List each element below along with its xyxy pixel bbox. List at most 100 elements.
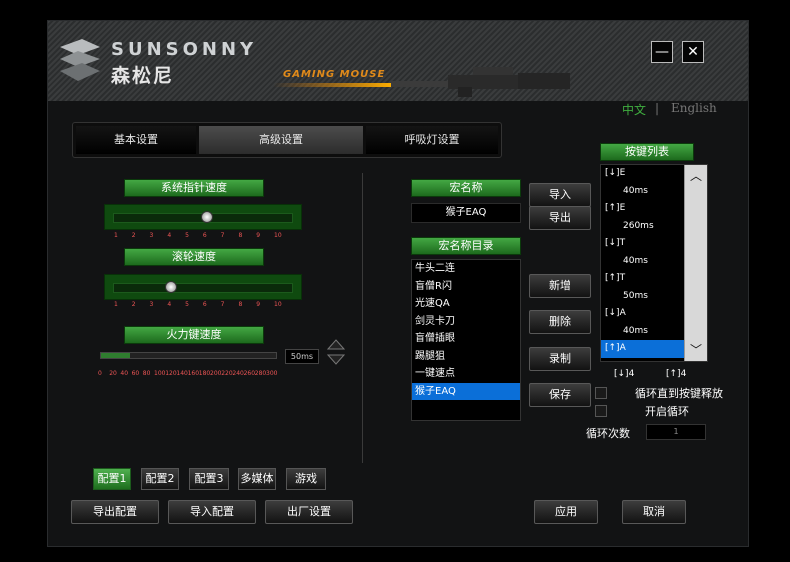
tick-label: 100 [154, 370, 166, 377]
tick-label: 200 [210, 370, 222, 377]
pointer-speed-ticks: 1 2 3 4 5 6 7 8 9 10 [114, 232, 288, 242]
tick-label: 8 [238, 301, 243, 308]
key-list-scrollbar[interactable]: ︿ ﹀ [684, 165, 707, 361]
tick-label: 280 [254, 370, 267, 377]
delete-button[interactable]: 删除 [529, 310, 591, 334]
tab-advanced[interactable]: 高级设置 [199, 126, 363, 154]
loop-count-input[interactable]: 1 [646, 424, 706, 440]
tick-label: 60 [131, 370, 140, 377]
tab-breathing-light[interactable]: 呼吸灯设置 [366, 126, 498, 154]
loop-until-release-checkbox[interactable] [595, 387, 607, 399]
list-item[interactable]: 一键速点 [412, 365, 520, 383]
key-under-right: [↑]4 [666, 369, 687, 379]
tab-basic[interactable]: 基本设置 [76, 126, 196, 154]
tick-label: 6 [202, 232, 207, 239]
scroll-speed-label: 滚轮速度 [124, 248, 264, 266]
scroll-up-icon[interactable]: ︿ [685, 167, 707, 185]
tick-label: 6 [202, 301, 207, 308]
tick-label: 5 [185, 301, 189, 308]
key-list-label: 按键列表 [600, 143, 694, 161]
tick-label: 0 [98, 370, 102, 377]
scroll-speed-slider[interactable] [104, 274, 302, 300]
record-button[interactable]: 录制 [529, 347, 591, 371]
increase-arrow-icon[interactable] [327, 339, 345, 350]
macro-name-field[interactable]: 猴子EAQ [411, 203, 521, 223]
list-item-selected[interactable]: 猴子EAQ [412, 382, 520, 400]
decrease-arrow-icon[interactable] [327, 354, 345, 365]
enable-loop-label: 开启循环 [645, 405, 689, 418]
list-item[interactable]: 踢腿狙 [412, 348, 520, 366]
tick-label: 7 [220, 301, 225, 308]
key-list[interactable]: [↓]E 40ms [↑]E 260ms [↓]T 40ms [↑]T 50ms… [600, 164, 708, 362]
tick-label: 7 [220, 232, 225, 239]
tick-label: 140 [176, 370, 188, 377]
minimize-button[interactable]: — [651, 41, 673, 63]
brand-name-cn: 森松尼 [111, 65, 175, 87]
lang-english[interactable]: English [671, 101, 717, 115]
preset-1-button[interactable]: 配置1 [93, 468, 131, 490]
tick-label: 5 [185, 232, 189, 239]
list-item[interactable]: 盲僧R闪 [412, 278, 520, 296]
tagline: GAMING MOUSE [283, 69, 386, 80]
tick-label: 2 [131, 232, 136, 239]
preset-2-button[interactable]: 配置2 [141, 468, 179, 490]
tick-label: 4 [167, 301, 172, 308]
app-window: SUNSONNY 森松尼 GAMING MOUSE — ✕ 中文 | Engli… [47, 20, 749, 547]
tick-label: 1 [114, 232, 118, 239]
key-event-selected[interactable]: [↑]A [601, 340, 685, 358]
macro-dir-label: 宏名称目录 [411, 237, 521, 255]
fire-speed-fill [101, 353, 131, 358]
pointer-speed-label: 系统指针速度 [124, 179, 264, 197]
scroll-down-icon[interactable]: ﹀ [685, 341, 707, 359]
key-under-left: [↓]4 [614, 369, 635, 379]
preset-3-button[interactable]: 配置3 [189, 468, 229, 490]
import-config-button[interactable]: 导入配置 [168, 500, 256, 524]
tick-label: 3 [149, 232, 154, 239]
tick-label: 10 [274, 301, 282, 308]
tick-label: 220 [221, 370, 233, 377]
tick-label: 40 [120, 370, 129, 377]
fire-speed-value: 50ms [285, 349, 319, 364]
pointer-speed-knob[interactable] [200, 211, 213, 223]
pointer-speed-slider[interactable] [104, 204, 302, 230]
import-button[interactable]: 导入 [529, 183, 591, 207]
fire-speed-slider[interactable] [100, 352, 277, 359]
export-config-button[interactable]: 导出配置 [71, 500, 159, 524]
tick-label: 300 [266, 370, 278, 377]
macro-name-label: 宏名称 [411, 179, 521, 197]
export-button[interactable]: 导出 [529, 206, 591, 230]
fire-speed-ticks: 0 20 40 60 80 100 120 140 160 180 200 220 240 260 280 3… [98, 370, 278, 380]
list-item[interactable]: 牛头二连 [412, 260, 520, 278]
lang-chinese[interactable]: 中文 [622, 101, 646, 118]
list-item[interactable]: 盲僧插眼 [412, 330, 520, 348]
preset-multimedia-button[interactable]: 多媒体 [238, 468, 276, 490]
tick-label: 10 [274, 232, 282, 239]
lang-separator: | [655, 101, 660, 115]
logo-icon [60, 39, 100, 81]
fire-speed-label: 火力键速度 [124, 326, 264, 344]
tick-label: 9 [256, 232, 261, 239]
tick-label: 8 [238, 232, 243, 239]
cancel-button[interactable]: 取消 [622, 500, 686, 524]
loop-until-release-label: 循环直到按键释放 [635, 387, 723, 400]
apply-button[interactable]: 应用 [534, 500, 598, 524]
tick-label: 20 [109, 370, 117, 377]
new-button[interactable]: 新增 [529, 274, 591, 298]
preset-game-button[interactable]: 游戏 [286, 468, 326, 490]
tick-label: 2 [131, 301, 136, 308]
enable-loop-checkbox[interactable] [595, 405, 607, 417]
list-item[interactable]: 光速QA [412, 295, 520, 313]
tick-label: 260 [243, 370, 256, 377]
list-item[interactable]: 剑灵卡刀 [412, 313, 520, 331]
tab-bar: 基本设置 高级设置 呼吸灯设置 [72, 122, 502, 158]
close-button[interactable]: ✕ [682, 41, 704, 63]
macro-list[interactable]: 牛头二连 盲僧R闪 光速QA 剑灵卡刀 盲僧插眼 踢腿狙 一键速点 猴子EAQ [411, 259, 521, 421]
factory-reset-button[interactable]: 出厂设置 [265, 500, 353, 524]
save-button[interactable]: 保存 [529, 383, 591, 407]
tick-label: 180 [198, 370, 211, 377]
tick-label: 9 [256, 301, 261, 308]
title-bar: SUNSONNY 森松尼 GAMING MOUSE — ✕ [48, 21, 748, 101]
tick-label: 240 [232, 370, 244, 377]
tick-label: 160 [187, 370, 200, 377]
section-divider [362, 173, 363, 463]
